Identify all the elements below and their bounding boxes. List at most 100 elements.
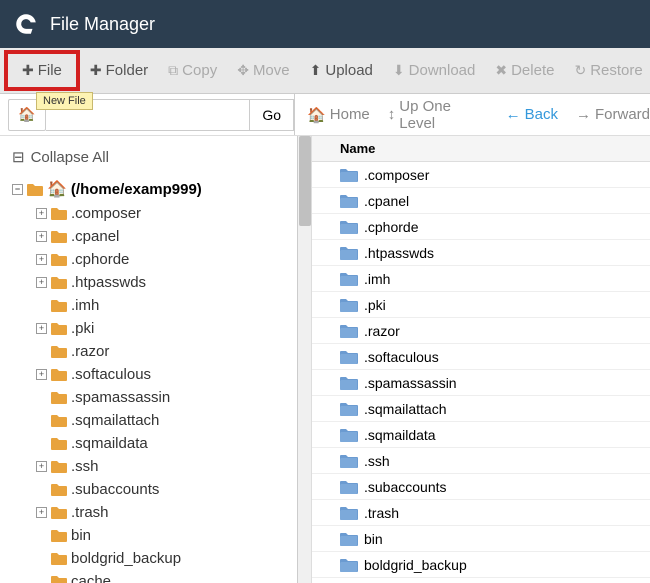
forward-icon: → [576,106,591,123]
tree-item[interactable]: +.softaculous [36,363,297,386]
tree-item[interactable]: +.cpanel [36,225,297,248]
table-row[interactable]: .ssh [312,448,650,474]
new-folder-button[interactable]: ✚ Folder [80,56,158,85]
file-list: Name .composer.cpanel .cphorde .htpasswds.… [298,136,650,583]
tree-root[interactable]: − 🏠 (/home/examp999) [12,176,297,202]
expander-icon[interactable]: + [36,369,47,380]
table-row[interactable]: .pki [312,292,650,318]
folder-icon [51,552,67,565]
folder-icon [51,460,67,473]
expander-spacer [36,576,47,583]
expander-icon[interactable]: + [36,277,47,288]
tree-item[interactable]: bin [36,524,297,547]
tree-item[interactable]: + .cphorde [36,248,297,271]
folder-icon [340,402,364,416]
scrollbar-track[interactable] [298,136,312,583]
restore-label: Restore [590,62,643,79]
tree-item-label: .spamassassin [71,389,170,406]
table-row[interactable]: .trash [312,500,650,526]
tree-item[interactable]: cache [36,570,297,583]
table-row[interactable]: .spamassassin [312,370,650,396]
move-button[interactable]: ✥ Move [227,56,299,85]
download-label: Download [409,62,476,79]
tree-item[interactable]: .sqmailattach [36,409,297,432]
new-file-button[interactable]: ✚ File [12,56,72,85]
move-icon: ✥ [237,62,249,79]
table-row[interactable]: .cpanel [312,188,650,214]
tree: − 🏠 (/home/examp999) +.composer+.cpanel+… [0,176,297,583]
tree-item[interactable]: +.composer [36,202,297,225]
nav-up[interactable]: ↕ Up One Level [388,98,488,132]
app-header: File Manager [0,0,650,48]
folder-icon [51,368,67,381]
go-button[interactable]: Go [250,99,294,131]
tree-item[interactable]: + .pki [36,317,297,340]
tree-item-label: .cphorde [71,251,129,268]
copy-button[interactable]: ⧉ Copy [158,56,227,85]
folder-icon [51,253,67,266]
folder-icon [51,575,67,583]
expander-icon[interactable]: + [36,323,47,334]
expander-icon[interactable]: + [36,507,47,518]
folder-icon [340,220,364,234]
expander-icon[interactable]: + [36,231,47,242]
folder-icon [51,322,67,335]
download-icon: ⬇ [393,62,405,79]
tree-item[interactable]: + .ssh [36,455,297,478]
table-row[interactable]: bin [312,526,650,552]
cpanel-logo [12,10,40,38]
tree-item[interactable]: boldgrid_backup [36,547,297,570]
table-header[interactable]: Name [312,136,650,162]
delete-button[interactable]: ✖ Delete [485,56,564,85]
folder-icon [340,480,364,494]
folder-label: Folder [106,62,149,79]
table-row[interactable]: .razor [312,318,650,344]
download-button[interactable]: ⬇ Download [383,56,485,85]
folder-icon [340,324,364,338]
expander-spacer [36,438,47,449]
nav-back-label: Back [525,106,558,123]
restore-button[interactable]: ↻ Restore [564,56,650,85]
expander-icon[interactable]: + [36,461,47,472]
tree-item[interactable]: .spamassassin [36,386,297,409]
file-name: bin [364,531,383,547]
tree-item[interactable]: .sqmaildata [36,432,297,455]
file-label: File [38,62,62,79]
tree-item[interactable]: .subaccounts [36,478,297,501]
expander-icon[interactable]: + [36,254,47,265]
root-label: (/home/examp999) [71,181,202,198]
scrollbar-thumb[interactable] [299,136,311,226]
collapse-all-button[interactable]: ⊟ Collapse All [0,144,297,170]
tree-item-label: .pki [71,320,94,337]
tree-item-label: bin [71,527,91,544]
nav-forward[interactable]: → Forward [576,106,650,123]
table-row[interactable]: .softaculous [312,344,650,370]
tree-item[interactable]: +.htpasswds [36,271,297,294]
table-row[interactable]: .cphorde [312,214,650,240]
expander-icon[interactable]: − [12,184,23,195]
nav-home[interactable]: 🏠 Home [307,106,370,124]
tree-item-label: .razor [71,343,109,360]
tooltip-new-file: New File [36,92,93,110]
tree-item[interactable]: .razor [36,340,297,363]
tree-item[interactable]: +.trash [36,501,297,524]
nav-back[interactable]: ← Back [506,106,558,123]
file-name: .cphorde [364,219,418,235]
expander-spacer [36,392,47,403]
expander-icon[interactable]: + [36,208,47,219]
upload-button[interactable]: ⬆ Upload [300,56,383,85]
table-row[interactable]: .htpasswds [312,240,650,266]
file-name: .imh [364,271,390,287]
table-row[interactable]: .sqmailattach [312,396,650,422]
tree-item-label: boldgrid_backup [71,550,181,567]
file-name: .pki [364,297,386,313]
table-row[interactable]: .subaccounts [312,474,650,500]
table-row[interactable]: .sqmaildata [312,422,650,448]
table-row[interactable]: .composer [312,162,650,188]
tree-item-label: .ssh [71,458,99,475]
tree-item[interactable]: .imh [36,294,297,317]
file-name: .subaccounts [364,479,447,495]
nav-right: 🏠 Home ↕ Up One Level ← Back → Forward [295,98,650,132]
table-row[interactable]: .imh [312,266,650,292]
table-row[interactable]: boldgrid_backup [312,552,650,578]
